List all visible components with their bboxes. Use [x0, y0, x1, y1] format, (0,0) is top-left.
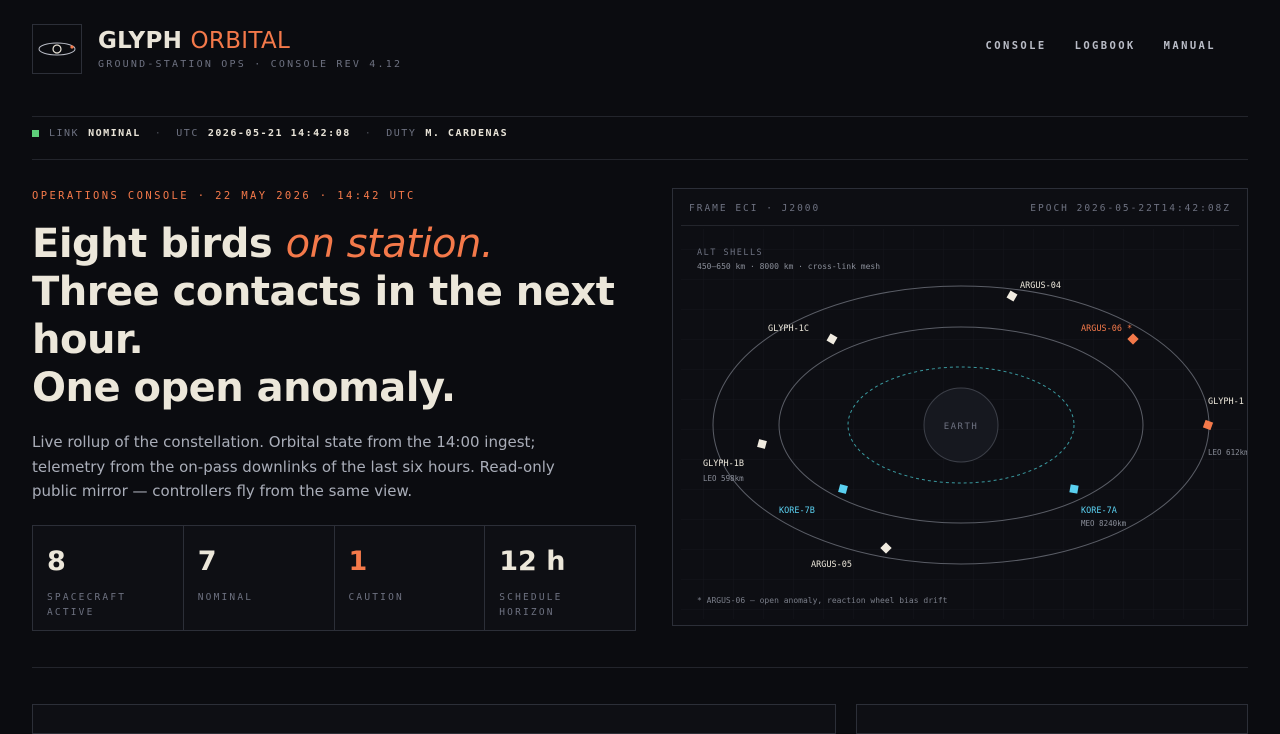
stat-spacecraft-active: 8 SPACECRAFT ACTIVE	[33, 526, 184, 630]
hero-description: Live rollup of the constellation. Orbita…	[32, 433, 555, 500]
satellite-label: GLYPH-1	[1208, 397, 1244, 407]
separator: ·	[154, 128, 163, 139]
stat-caution: 1 CAUTION	[335, 526, 486, 630]
satellite-label: ARGUS-06 *	[1081, 324, 1132, 334]
orbit-diagram: ALT SHELLS 450–650 km · 8000 km · cross-…	[681, 229, 1248, 619]
link-status-indicator	[32, 130, 39, 137]
brand-title: GLYPH ORBITAL	[98, 28, 290, 54]
brand-subtitle: GROUND-STATION OPS · CONSOLE REV 4.12	[98, 59, 403, 70]
stat-label: CAUTION	[348, 592, 404, 603]
brand-name-accent: ORBITAL	[190, 28, 291, 54]
stat-label: SCHEDULE HORIZON	[499, 592, 563, 618]
stat-nominal: 7 NOMINAL	[184, 526, 335, 630]
lower-panel-right	[856, 704, 1248, 734]
nav-logbook[interactable]: LOGBOOK	[1075, 40, 1136, 52]
satellite-label: GLYPH-1C	[768, 324, 809, 334]
headline-emphasis: on station.	[285, 221, 494, 267]
duty-value: M. CARDENAS	[425, 128, 509, 139]
separator: ·	[364, 128, 373, 139]
satellite-marker	[1069, 484, 1079, 494]
stat-label: SPACECRAFT ACTIVE	[47, 592, 127, 618]
earth-label: EARTH	[944, 422, 979, 432]
link-value: NOMINAL	[88, 128, 141, 139]
hero-headline: Eight birds on station. Three contacts i…	[32, 220, 632, 412]
stat-value: 7	[197, 546, 217, 577]
satellite-label: KORE-7A	[1081, 506, 1117, 516]
headline-line2: Three contacts in the next hour.	[32, 269, 615, 363]
utc-value: 2026-05-21 14:42:08	[207, 128, 351, 139]
divider	[32, 159, 1248, 160]
divider	[32, 116, 1248, 117]
shells-subtitle: 450–650 km · 8000 km · cross-link mesh	[697, 262, 880, 271]
stat-schedule-horizon: 12 h SCHEDULE HORIZON	[485, 526, 635, 630]
satellite-orbit-info: LEO 598km	[703, 474, 744, 483]
orbit-logo-icon	[38, 42, 76, 56]
utc-label: UTC	[176, 128, 199, 139]
brand-name-primary: GLYPH	[98, 28, 183, 54]
section-kicker: OPERATIONS CONSOLE · 22 MAY 2026 · 14:42…	[32, 190, 416, 202]
satellite-orbit-info: LEO 612km	[1208, 448, 1248, 457]
stat-value: 12 h	[499, 546, 566, 577]
satellite-label: KORE-7B	[779, 506, 815, 516]
divider	[32, 667, 1248, 668]
stats-strip: 8 SPACECRAFT ACTIVE 7 NOMINAL 1 CAUTION …	[32, 525, 636, 631]
duty-label: DUTY	[386, 128, 417, 139]
satellite-label: GLYPH-1B	[703, 459, 744, 469]
orbit-panel: FRAME ECI · J2000 EPOCH 2026-05-22T14:42…	[672, 188, 1248, 626]
satellite-orbit-info: MEO 8240km	[1081, 519, 1127, 528]
stat-label: NOMINAL	[197, 592, 254, 603]
anomaly-footnote: * ARGUS-06 — open anomaly, reaction whee…	[697, 596, 948, 605]
satellite-label: ARGUS-04	[1020, 281, 1061, 291]
lower-panel-left	[32, 704, 836, 734]
shells-title: ALT SHELLS	[697, 248, 763, 258]
satellite-label: ARGUS-05	[811, 560, 852, 570]
link-label: LINK	[49, 128, 80, 139]
stat-value: 8	[47, 546, 66, 577]
headline-line3: One open anomaly.	[32, 365, 456, 411]
stat-value: 1	[348, 546, 368, 577]
top-nav: CONSOLE LOGBOOK MANUAL	[986, 40, 1216, 52]
status-bar: LINK NOMINAL · UTC 2026-05-21 14:42:08 ·…	[32, 128, 508, 139]
nav-manual[interactable]: MANUAL	[1164, 40, 1216, 52]
nav-console[interactable]: CONSOLE	[986, 40, 1047, 52]
logo[interactable]	[32, 24, 82, 74]
headline-line1: Eight birds	[32, 221, 286, 267]
